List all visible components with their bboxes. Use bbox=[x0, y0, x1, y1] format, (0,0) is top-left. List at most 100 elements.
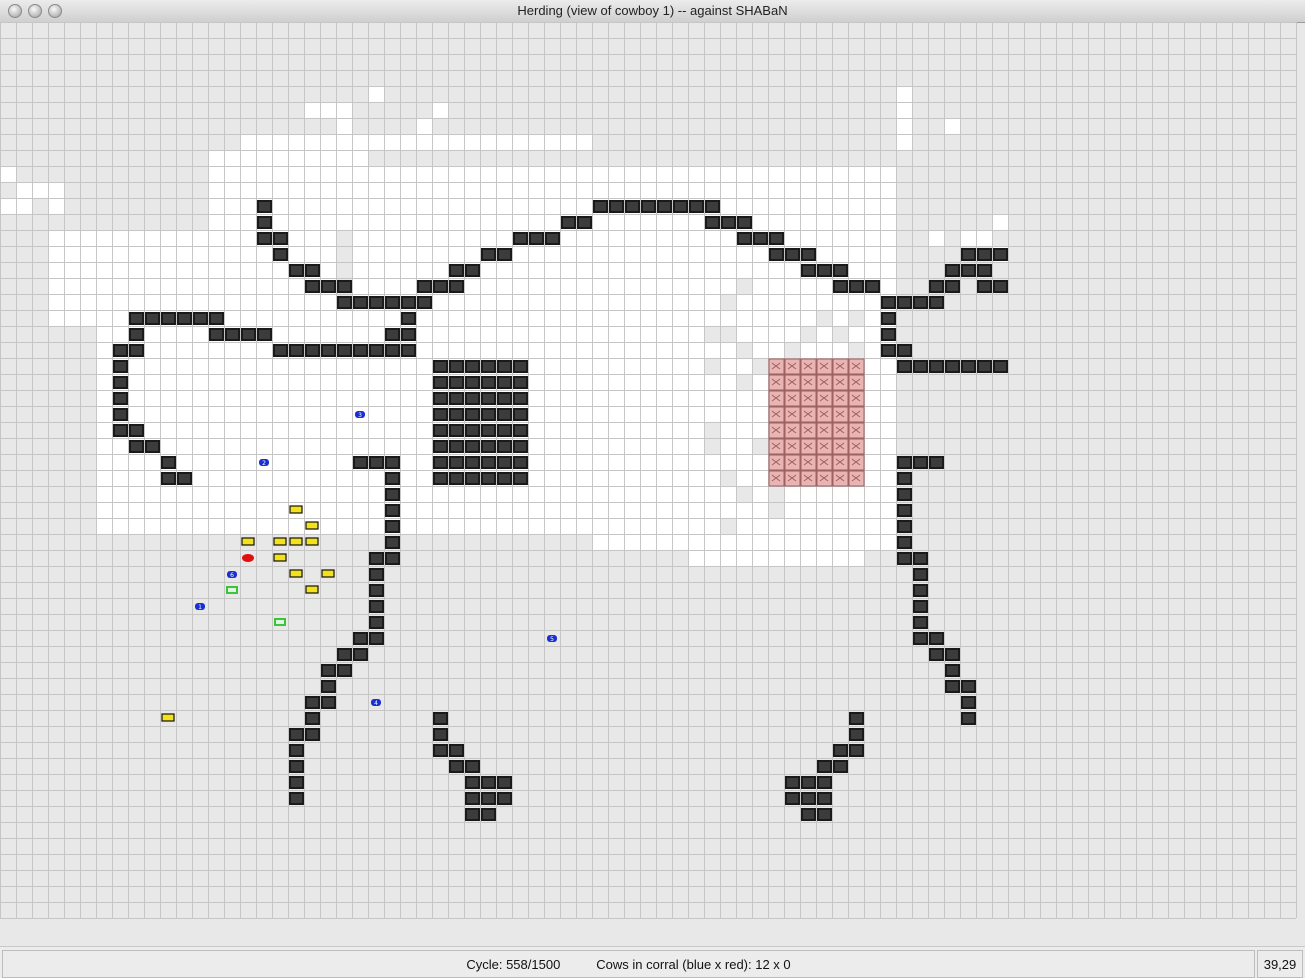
obstacle-tree-inner bbox=[563, 218, 574, 227]
explored-cell bbox=[0, 198, 16, 214]
unexplored-cell bbox=[720, 326, 736, 342]
obstacle-tree-inner bbox=[371, 602, 382, 611]
obstacle-tree-inner bbox=[163, 474, 174, 483]
obstacle-tree-inner bbox=[931, 362, 942, 371]
obstacle-tree-inner bbox=[355, 298, 366, 307]
obstacle-tree-inner bbox=[275, 234, 286, 243]
obstacle-tree-inner bbox=[883, 314, 894, 323]
cow-icon bbox=[161, 713, 175, 722]
obstacle-tree-inner bbox=[307, 730, 318, 739]
obstacle-tree-inner bbox=[819, 266, 830, 275]
obstacle-tree-inner bbox=[499, 410, 510, 419]
switch-marker bbox=[226, 586, 238, 594]
window-title: Herding (view of cowboy 1) -- against SH… bbox=[517, 3, 788, 18]
explored-cell bbox=[944, 118, 960, 134]
obstacle-tree-inner bbox=[291, 746, 302, 755]
obstacle-tree-inner bbox=[387, 346, 398, 355]
obstacle-tree-inner bbox=[899, 506, 910, 515]
obstacle-tree-inner bbox=[115, 378, 126, 387]
obstacle-tree-inner bbox=[515, 458, 526, 467]
obstacle-tree-inner bbox=[387, 330, 398, 339]
obstacle-tree-inner bbox=[483, 250, 494, 259]
corral bbox=[768, 358, 865, 487]
obstacle-tree-inner bbox=[259, 202, 270, 211]
explored-cell bbox=[432, 102, 448, 118]
obstacle-tree-inner bbox=[451, 282, 462, 291]
obstacle-tree-inner bbox=[467, 794, 478, 803]
obstacle-tree-inner bbox=[451, 266, 462, 275]
obstacle-tree-inner bbox=[931, 634, 942, 643]
cow-icon bbox=[321, 569, 335, 578]
obstacle-tree-inner bbox=[547, 234, 558, 243]
obstacle-tree-inner bbox=[323, 346, 334, 355]
unexplored-cell bbox=[736, 278, 752, 294]
obstacle-tree-inner bbox=[787, 778, 798, 787]
obstacle-tree-inner bbox=[483, 474, 494, 483]
obstacle-tree-inner bbox=[339, 298, 350, 307]
obstacle-tree-inner bbox=[435, 442, 446, 451]
obstacle-tree-inner bbox=[899, 474, 910, 483]
obstacle-tree-inner bbox=[899, 458, 910, 467]
obstacle-tree-inner bbox=[515, 474, 526, 483]
cowboy-number: 3 bbox=[358, 412, 362, 419]
obstacle-tree-inner bbox=[467, 474, 478, 483]
obstacle-tree-inner bbox=[819, 762, 830, 771]
obstacle-tree-inner bbox=[259, 234, 270, 243]
obstacle-tree-inner bbox=[467, 810, 478, 819]
obstacle-tree-inner bbox=[131, 330, 142, 339]
unexplored-cell bbox=[704, 326, 720, 342]
obstacle-tree-inner bbox=[291, 778, 302, 787]
obstacle-tree-inner bbox=[435, 378, 446, 387]
obstacle-tree-inner bbox=[499, 426, 510, 435]
explored-cell bbox=[272, 150, 288, 166]
obstacle-tree-inner bbox=[451, 762, 462, 771]
obstacle-tree-inner bbox=[899, 298, 910, 307]
obstacle-tree-inner bbox=[915, 586, 926, 595]
explored-cell bbox=[64, 246, 80, 262]
herding-game-board[interactable]: 3 2 6 1 5 4 bbox=[0, 22, 1305, 942]
obstacle-tree-inner bbox=[499, 394, 510, 403]
title-bar: Herding (view of cowboy 1) -- against SH… bbox=[0, 0, 1305, 23]
explored-cell bbox=[848, 214, 864, 230]
obstacle-tree-inner bbox=[387, 490, 398, 499]
obstacle-tree-inner bbox=[435, 474, 446, 483]
obstacle-tree-inner bbox=[787, 794, 798, 803]
obstacle-tree-inner bbox=[403, 346, 414, 355]
obstacle-tree-inner bbox=[915, 570, 926, 579]
obstacle-tree-inner bbox=[819, 778, 830, 787]
obstacle-tree-inner bbox=[307, 282, 318, 291]
obstacle-tree-inner bbox=[323, 282, 334, 291]
cow-icon bbox=[305, 585, 319, 594]
switch-marker bbox=[274, 618, 286, 626]
obstacle-tree-inner bbox=[147, 314, 158, 323]
obstacle-tree-inner bbox=[883, 298, 894, 307]
obstacle-tree-inner bbox=[451, 362, 462, 371]
cow-icon bbox=[273, 537, 287, 546]
explored-cell bbox=[848, 166, 864, 182]
obstacle-tree-inner bbox=[499, 778, 510, 787]
obstacle-tree-inner bbox=[739, 218, 750, 227]
obstacle-tree-inner bbox=[915, 602, 926, 611]
unexplored-cell bbox=[848, 310, 864, 326]
obstacle-tree-inner bbox=[387, 538, 398, 547]
obstacle-tree-inner bbox=[627, 202, 638, 211]
obstacle-tree-inner bbox=[483, 810, 494, 819]
obstacle-tree-inner bbox=[499, 442, 510, 451]
obstacle-tree-inner bbox=[755, 234, 766, 243]
obstacle-tree-inner bbox=[515, 442, 526, 451]
obstacle-tree-inner bbox=[291, 762, 302, 771]
obstacle-tree-inner bbox=[259, 218, 270, 227]
obstacle-tree-inner bbox=[819, 794, 830, 803]
cowboy-number: 4 bbox=[374, 700, 378, 707]
obstacle-tree-inner bbox=[851, 282, 862, 291]
unexplored-cell bbox=[720, 294, 736, 310]
explored-cell bbox=[688, 550, 704, 566]
obstacle-tree-inner bbox=[179, 474, 190, 483]
obstacle-tree-inner bbox=[611, 202, 622, 211]
obstacle-tree-inner bbox=[339, 346, 350, 355]
obstacle-tree-inner bbox=[515, 378, 526, 387]
obstacle-tree-inner bbox=[499, 362, 510, 371]
cow-icon bbox=[273, 553, 287, 562]
explored-cell bbox=[48, 198, 64, 214]
cowboy-number: 1 bbox=[198, 604, 202, 611]
